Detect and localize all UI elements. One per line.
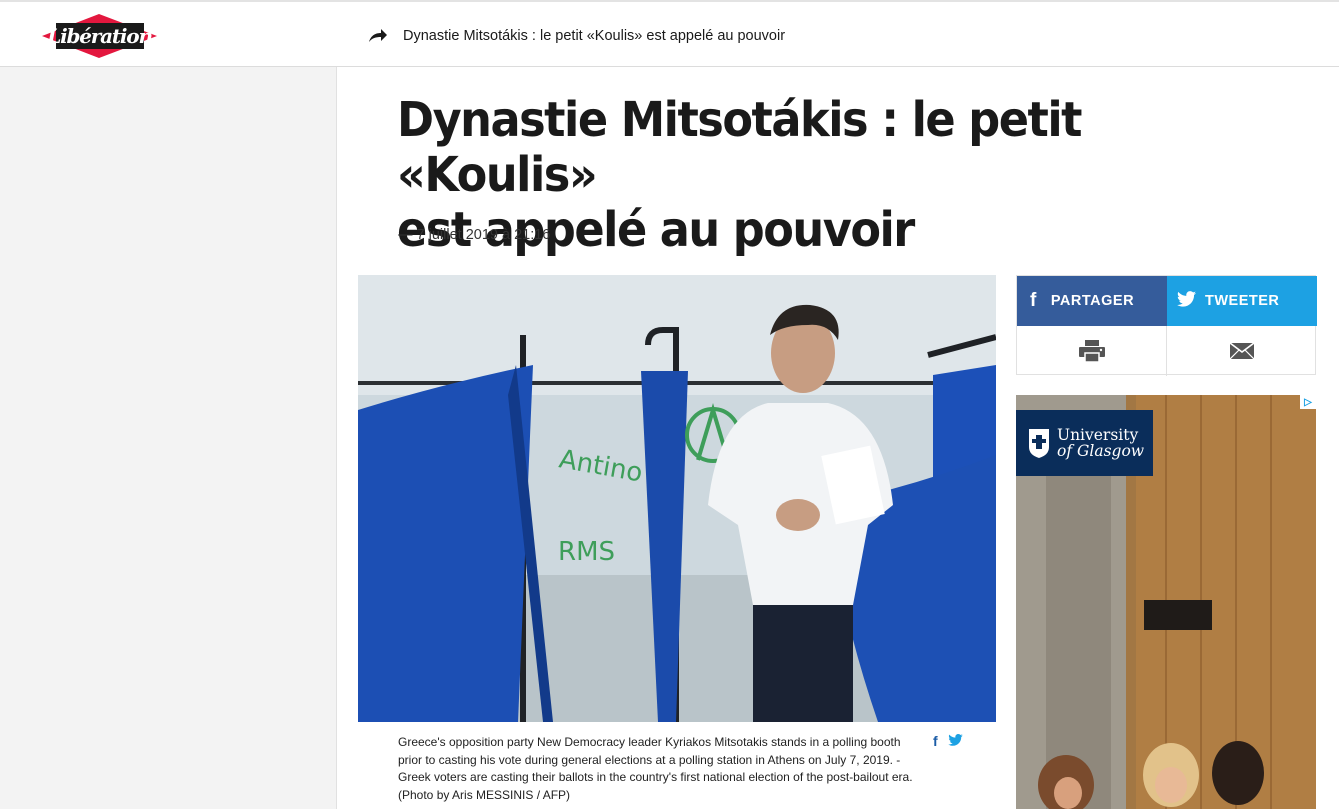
- ad-brand-line-1: University: [1057, 426, 1139, 444]
- article-photo[interactable]: Antino RMS: [358, 275, 996, 722]
- logo-text: Libération: [47, 24, 153, 48]
- ad-brand-line-2: of Glasgow: [1057, 442, 1145, 460]
- facebook-share-label: PARTAGER: [1050, 293, 1135, 309]
- twitter-icon: [1177, 291, 1196, 311]
- facebook-icon[interactable]: f: [933, 733, 938, 749]
- article-main: Dynastie Mitsotákis : le petit «Koulis» …: [338, 67, 1339, 809]
- crest-icon: [1029, 429, 1049, 458]
- topbar-article-title[interactable]: Dynastie Mitsotákis : le petit «Koulis» …: [403, 28, 785, 44]
- print-button[interactable]: [1017, 326, 1167, 376]
- email-button[interactable]: [1167, 326, 1317, 376]
- twitter-icon[interactable]: [947, 733, 963, 749]
- svg-text:RMS: RMS: [558, 537, 615, 567]
- photo-caption: Greece's opposition party New Democracy …: [398, 735, 913, 802]
- facebook-icon: f: [1030, 290, 1037, 311]
- twitter-share-label: TWEETER: [1205, 293, 1280, 309]
- facebook-share-button[interactable]: f PARTAGER: [1017, 276, 1167, 326]
- mail-icon: [1230, 343, 1254, 359]
- advertisement[interactable]: University of Glasgow ▷: [1016, 395, 1316, 809]
- twitter-share-button[interactable]: TWEETER: [1167, 276, 1317, 326]
- caption-social: f: [933, 733, 963, 749]
- top-bar: Libération Dynastie Mitsotákis : le peti…: [0, 0, 1339, 67]
- article-dateline: — 7 juillet 2019 à 21:16: [398, 227, 551, 243]
- share-box: f PARTAGER TWEETER: [1016, 275, 1317, 376]
- site-logo[interactable]: Libération: [42, 14, 157, 58]
- printer-icon: [1078, 340, 1105, 362]
- share-arrow-icon: [368, 27, 388, 43]
- ad-brand-badge: University of Glasgow: [1016, 410, 1153, 476]
- adchoices-icon[interactable]: ▷: [1300, 395, 1316, 409]
- left-column: [0, 67, 337, 809]
- headline-line-1: Dynastie Mitsotákis : le petit «Koulis»: [397, 92, 1083, 203]
